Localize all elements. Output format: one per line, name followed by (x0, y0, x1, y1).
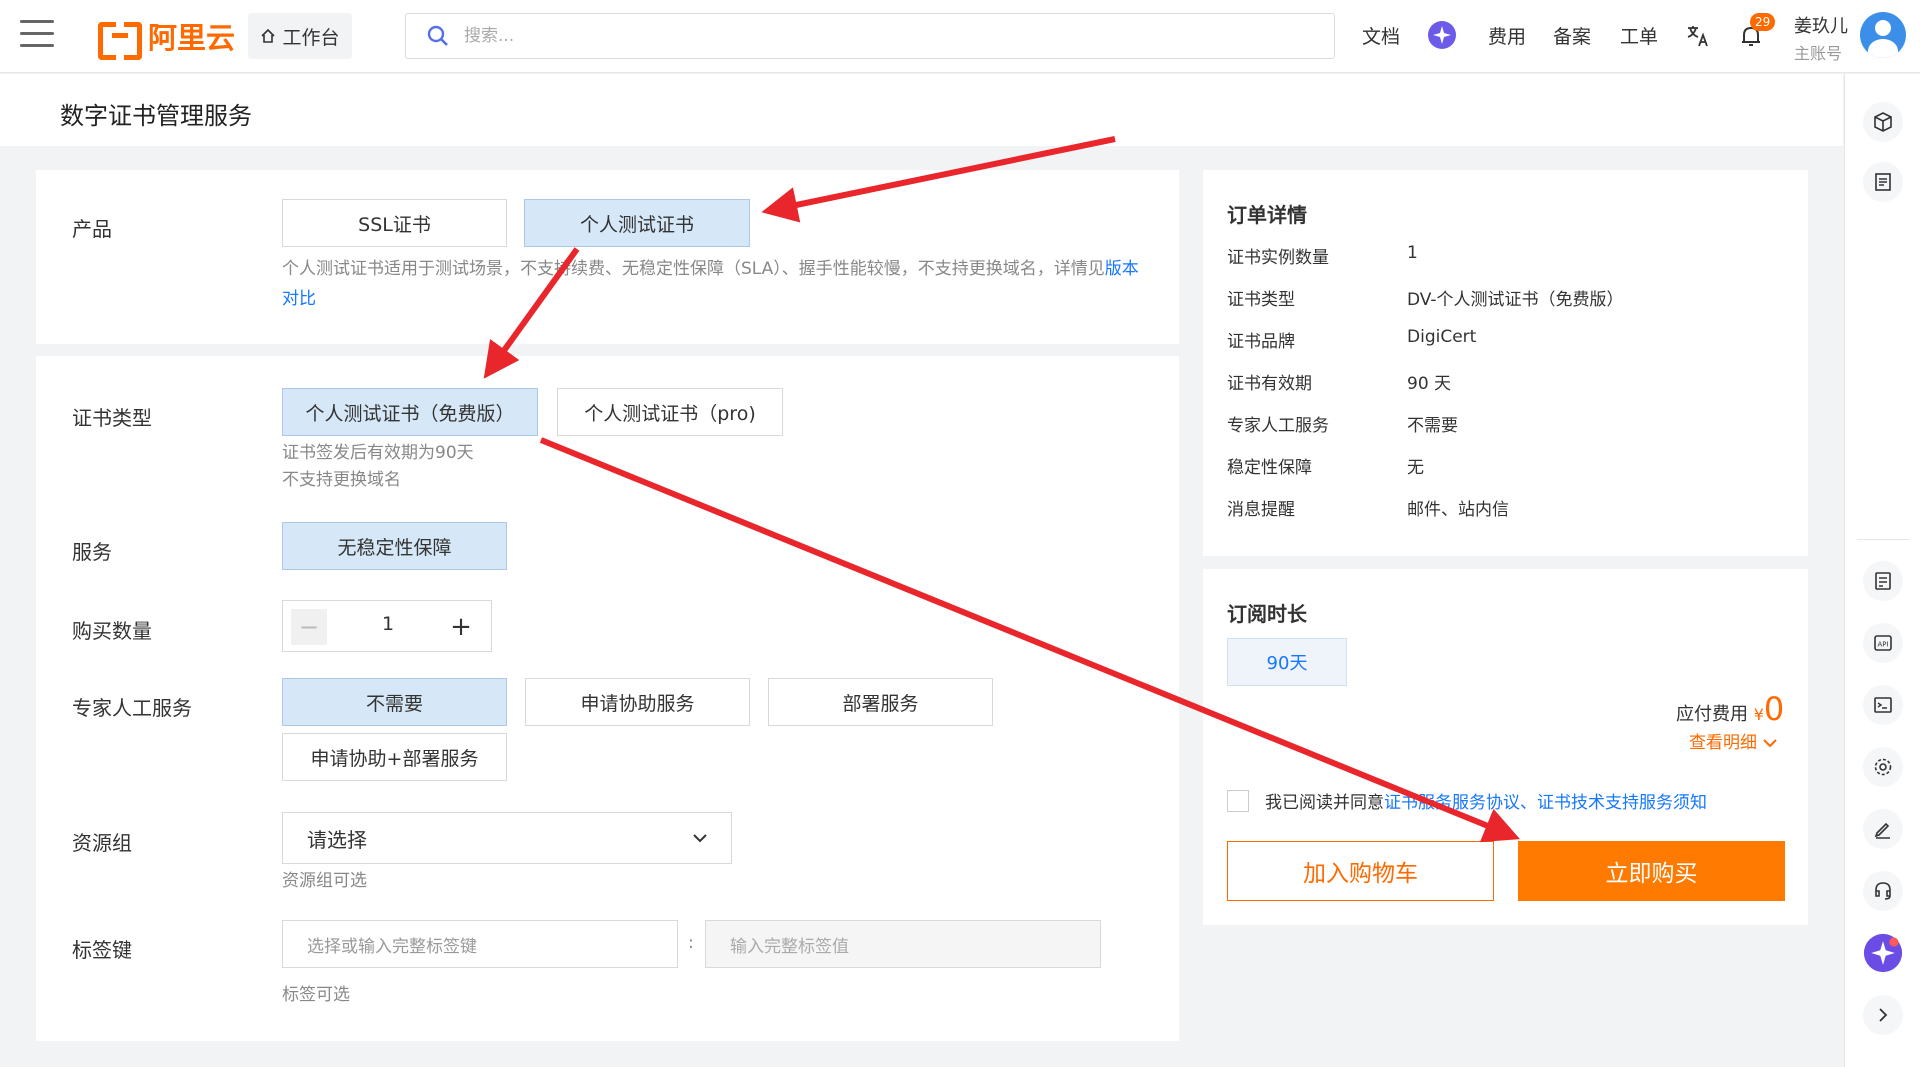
cert-type-hint: 证书签发后有效期为90天 不支持更换域名 (282, 443, 474, 490)
order-value: DV-个人测试证书（免费版） (1407, 290, 1624, 310)
right-toolbar: API (1844, 74, 1920, 1067)
buy-now-button[interactable]: 立即购买 (1518, 841, 1785, 901)
search-input[interactable] (464, 26, 1264, 46)
payable-fee: 应付费用 ¥0 (1676, 690, 1784, 728)
workbench-button[interactable]: 工作台 (248, 13, 352, 59)
tag-label: 标签键 (72, 938, 132, 962)
order-details-title: 订单详情 (1227, 203, 1307, 227)
agreement-links[interactable]: 证书服务服务协议、证书技术支持服务须知 (1384, 788, 1707, 813)
cert-type-option-pro[interactable]: 个人测试证书（pro) (557, 388, 783, 436)
aliyun-logo[interactable]: 阿里云 (98, 16, 235, 60)
top-bar: 阿里云 工作台 文档 费用 备案 工单 29 姜玖儿 主账号 (0, 0, 1920, 73)
workbench-label: 工作台 (282, 26, 340, 49)
nav-ticket[interactable]: 工单 (1620, 22, 1658, 49)
fee-currency: ¥ (1753, 705, 1764, 724)
rail-divider (1857, 539, 1909, 540)
resource-group-label: 资源组 (72, 831, 132, 855)
decrement-button[interactable]: − (291, 609, 327, 645)
fee-label: 应付费用 (1676, 704, 1748, 725)
cert-type-option-free[interactable]: 个人测试证书（免费版） (282, 388, 538, 436)
order-key: 证书有效期 (1227, 374, 1312, 394)
duration-option-90d[interactable]: 90天 (1227, 638, 1347, 686)
api-icon[interactable]: API (1863, 623, 1903, 663)
avatar[interactable] (1860, 12, 1906, 58)
user-name[interactable]: 姜玖儿 (1794, 12, 1848, 38)
view-details-link[interactable]: 查看明细 (1689, 728, 1778, 753)
page-title: 数字证书管理服务 (60, 102, 252, 130)
order-key: 专家人工服务 (1227, 416, 1329, 436)
order-value: 邮件、站内信 (1407, 500, 1509, 520)
order-key: 证书实例数量 (1227, 248, 1329, 268)
product-label: 产品 (72, 217, 112, 241)
home-icon (261, 28, 276, 43)
translate-icon[interactable] (1685, 23, 1711, 54)
svg-text:API: API (1877, 641, 1888, 649)
product-hint: 个人测试证书适用于测试场景，不支持续费、无稳定性保障（SLA）、握手性能较慢，不… (282, 259, 1139, 309)
expert-option-none[interactable]: 不需要 (282, 678, 507, 726)
quantity-value[interactable]: 1 (343, 613, 433, 635)
product-option-ssl[interactable]: SSL证书 (282, 199, 507, 247)
tag-key-input[interactable]: 选择或输入完整标签键 (282, 920, 678, 968)
order-key: 消息提醒 (1227, 500, 1295, 520)
receipt-icon[interactable] (1863, 561, 1903, 601)
quantity-label: 购买数量 (72, 619, 152, 643)
order-key: 稳定性保障 (1227, 458, 1312, 478)
expert-option-assist-deploy[interactable]: 申请协助+部署服务 (282, 733, 507, 781)
order-key: 证书类型 (1227, 290, 1295, 310)
nav-filing[interactable]: 备案 (1553, 22, 1591, 49)
tag-separator: : (688, 933, 694, 953)
service-label: 服务 (72, 540, 112, 564)
resource-group-placeholder: 请选择 (307, 827, 367, 852)
order-value: DigiCert (1407, 327, 1477, 347)
agreement: 我已阅读并同意 证书服务服务协议、证书技术支持服务须知 (1227, 788, 1707, 813)
search-icon (427, 25, 448, 46)
chevron-right-icon[interactable] (1863, 995, 1903, 1035)
resource-group-select[interactable]: 请选择 (282, 812, 732, 864)
add-to-cart-button[interactable]: 加入购物车 (1227, 841, 1494, 901)
settings-icon[interactable] (1863, 747, 1903, 787)
menu-icon[interactable] (20, 20, 54, 50)
service-option-no-sla[interactable]: 无稳定性保障 (282, 522, 507, 570)
product-option-personal-test[interactable]: 个人测试证书 (524, 199, 750, 247)
ai-assistant-icon[interactable] (1427, 20, 1457, 55)
chevron-down-icon (1763, 739, 1778, 748)
ai-assistant-rail-icon[interactable] (1863, 933, 1903, 973)
nav-docs[interactable]: 文档 (1362, 22, 1400, 49)
tag-hint: 标签可选 (282, 985, 350, 1005)
nav-billing[interactable]: 费用 (1488, 22, 1526, 49)
order-key: 证书品牌 (1227, 332, 1295, 352)
edit-icon[interactable] (1863, 809, 1903, 849)
document-icon[interactable] (1863, 162, 1903, 202)
order-value: 不需要 (1407, 416, 1458, 436)
terminal-icon[interactable] (1863, 685, 1903, 725)
tag-value-input[interactable]: 输入完整标签值 (705, 920, 1101, 968)
headset-icon[interactable] (1863, 871, 1903, 911)
expert-option-deploy[interactable]: 部署服务 (768, 678, 993, 726)
subscription-title: 订阅时长 (1227, 602, 1307, 626)
order-value: 无 (1407, 458, 1424, 478)
fee-amount: 0 (1763, 690, 1785, 728)
cert-type-label: 证书类型 (72, 406, 152, 430)
user-role: 主账号 (1794, 44, 1843, 63)
cube-icon[interactable] (1863, 102, 1903, 142)
agree-text: 我已阅读并同意 (1265, 793, 1384, 813)
resource-group-hint: 资源组可选 (282, 871, 367, 891)
page-header: 数字证书管理服务 (0, 74, 1843, 146)
chevron-down-icon (693, 834, 707, 843)
expert-option-assist[interactable]: 申请协助服务 (525, 678, 750, 726)
aliyun-logo-mark (98, 22, 142, 60)
expert-label: 专家人工服务 (72, 696, 192, 720)
agree-checkbox[interactable] (1227, 789, 1249, 812)
increment-button[interactable]: + (443, 609, 479, 645)
notification-badge: 29 (1750, 13, 1776, 31)
order-value: 1 (1407, 243, 1418, 263)
quantity-stepper: − 1 + (282, 600, 492, 652)
order-value: 90 天 (1407, 374, 1452, 394)
search-box[interactable] (405, 13, 1335, 59)
